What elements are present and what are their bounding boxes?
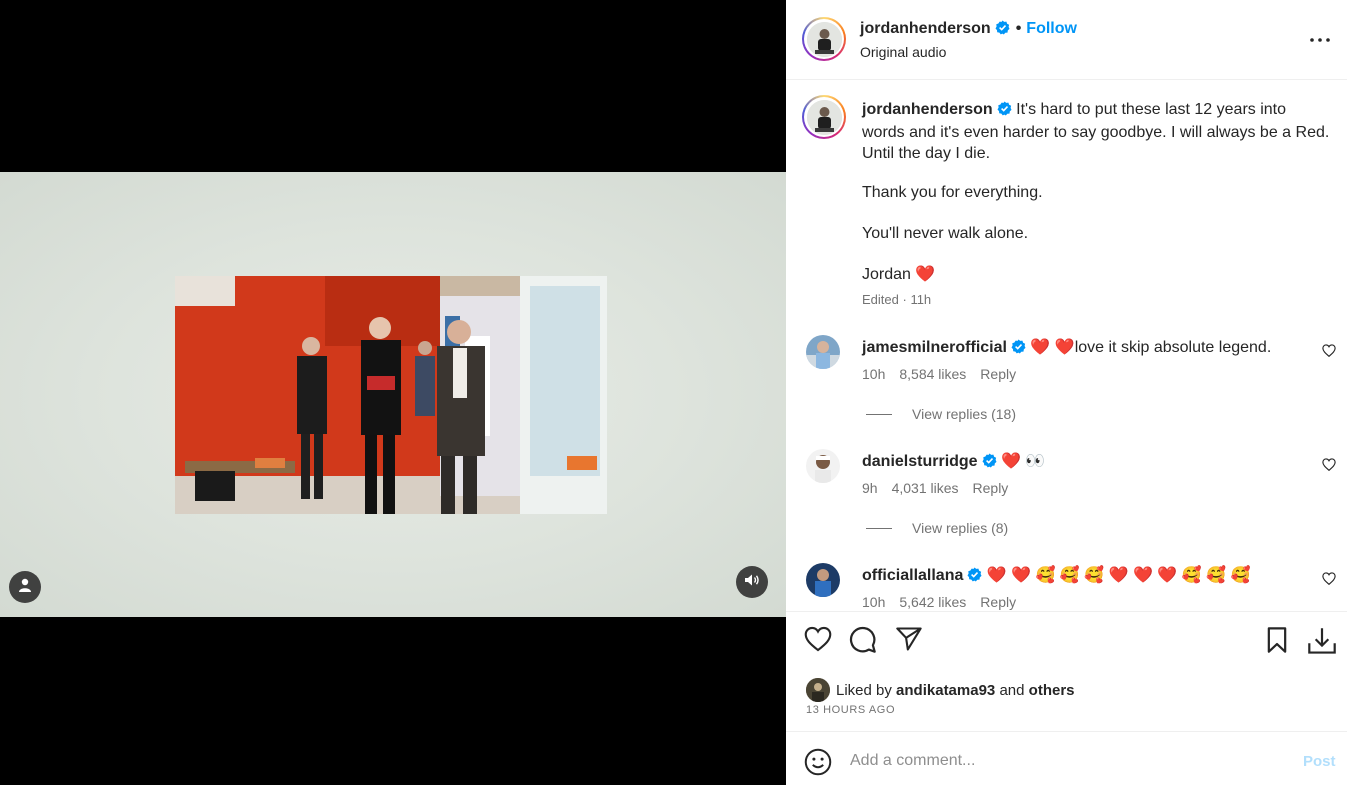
- liker-username[interactable]: andikatama93: [896, 682, 995, 699]
- like-comment-button[interactable]: [1322, 344, 1336, 362]
- caption-text: jordanhenderson It's hard to put these l…: [862, 99, 1332, 305]
- comment-time: 10h: [862, 366, 886, 382]
- caption-username[interactable]: jordanhenderson: [862, 101, 993, 118]
- caption-paragraph: Thank you for everything.: [862, 184, 1043, 201]
- more-options-button[interactable]: [1306, 28, 1334, 48]
- commenter-username[interactable]: officiallallana: [862, 567, 963, 584]
- comment-likes[interactable]: 8,584 likes: [899, 366, 966, 382]
- commenter-avatar[interactable]: [806, 335, 840, 369]
- view-replies-label: View replies (18): [912, 406, 1017, 422]
- video-frame: [175, 276, 607, 514]
- comment-button[interactable]: [849, 626, 877, 659]
- original-audio-link[interactable]: Original audio: [860, 44, 946, 60]
- caption-paragraph: You'll never walk alone.: [862, 225, 1029, 242]
- video-player[interactable]: [0, 172, 786, 617]
- like-comment-button[interactable]: [1322, 572, 1336, 590]
- liked-by-row: Liked by andikatama93 and others: [806, 678, 1075, 702]
- heart-icon: [804, 626, 832, 656]
- liked-by-prefix: Liked by: [836, 681, 892, 699]
- post-header: jordanhenderson • Follow Original audio: [786, 0, 1347, 80]
- comment-icon: [849, 626, 877, 658]
- speaker-icon: [744, 573, 760, 592]
- reply-button[interactable]: Reply: [980, 366, 1016, 382]
- caption-time: 11h: [910, 292, 932, 307]
- reply-button[interactable]: Reply: [980, 594, 1016, 610]
- save-button[interactable]: [1265, 626, 1289, 659]
- verified-badge-icon: [997, 101, 1012, 122]
- commenter-avatar[interactable]: [806, 563, 840, 597]
- comment-meta: 10h 8,584 likes Reply: [862, 366, 1030, 382]
- caption-avatar[interactable]: [802, 95, 846, 139]
- replies-divider: [866, 413, 892, 415]
- follow-button[interactable]: Follow: [1026, 20, 1077, 37]
- author-avatar[interactable]: [802, 17, 846, 61]
- comment-text: ❤️ ❤️ 🥰 🥰 🥰 ❤️ ❤️ ❤️ 🥰 🥰 🥰: [986, 567, 1251, 584]
- comment-likes[interactable]: 4,031 likes: [892, 480, 959, 496]
- comment-text: ❤️ ❤️love it skip absolute legend.: [1030, 339, 1272, 356]
- heart-emoji: ❤️: [915, 266, 936, 283]
- send-icon: [895, 627, 923, 656]
- view-replies-button[interactable]: View replies (18): [866, 406, 1016, 422]
- heart-outline-icon: [1322, 344, 1336, 361]
- comment-meta: 9h 4,031 likes Reply: [862, 480, 1022, 496]
- view-replies-label: View replies (8): [912, 520, 1009, 536]
- comment-meta: 10h 5,642 likes Reply: [862, 594, 1030, 610]
- verified-badge-icon: [982, 453, 997, 473]
- post-actions: Liked by andikatama93 and others 13 HOUR…: [786, 611, 1347, 731]
- liker-avatar[interactable]: [806, 678, 830, 702]
- comment-line: jamesmilnerofficial ❤️ ❤️love it skip ab…: [862, 337, 1271, 359]
- smiley-icon: [804, 748, 832, 780]
- reply-button[interactable]: Reply: [973, 480, 1009, 496]
- others-link[interactable]: others: [1029, 682, 1075, 699]
- comment-time: 10h: [862, 594, 886, 610]
- add-comment-bar: Post: [786, 731, 1347, 785]
- tagged-users-button[interactable]: [9, 571, 41, 603]
- verified-badge-icon: [995, 20, 1010, 40]
- commenter-username[interactable]: jamesmilnerofficial: [862, 339, 1007, 356]
- caption-meta: Edited · 11h: [862, 292, 932, 307]
- liked-by-and: and: [999, 681, 1025, 699]
- separator-dot: •: [1015, 20, 1022, 37]
- post-timestamp[interactable]: 13 HOURS AGO: [806, 704, 895, 716]
- audio-toggle-button[interactable]: [736, 566, 768, 598]
- comment-line: officiallallana ❤️ ❤️ 🥰 🥰 🥰 ❤️ ❤️ ❤️ 🥰 🥰…: [862, 565, 1250, 587]
- commenter-username[interactable]: danielsturridge: [862, 453, 978, 470]
- view-replies-button[interactable]: View replies (8): [866, 520, 1008, 536]
- like-button[interactable]: [804, 626, 832, 657]
- media-viewer: [0, 0, 786, 785]
- bookmark-icon: [1265, 627, 1289, 658]
- download-icon: [1307, 628, 1337, 660]
- more-horizontal-icon: [1310, 29, 1330, 47]
- edited-label: Edited: [862, 292, 899, 307]
- post-details-panel: jordanhenderson • Follow Original audio jo…: [786, 0, 1347, 785]
- verified-badge-icon: [967, 567, 982, 587]
- author-username[interactable]: jordanhenderson: [860, 20, 991, 37]
- comments-list[interactable]: jordanhenderson It's hard to put these l…: [786, 81, 1347, 611]
- comment-time: 9h: [862, 480, 878, 496]
- user-icon: [18, 578, 32, 597]
- locker-room-scene: [175, 276, 607, 514]
- heart-outline-icon: [1322, 572, 1336, 589]
- comment-line: danielsturridge ❤️ 👀: [862, 451, 1045, 473]
- emoji-button[interactable]: [804, 748, 832, 781]
- download-button[interactable]: [1307, 626, 1337, 661]
- comment-likes[interactable]: 5,642 likes: [899, 594, 966, 610]
- verified-badge-icon: [1011, 339, 1026, 359]
- comment-text: ❤️ 👀: [1001, 453, 1046, 470]
- like-comment-button[interactable]: [1322, 458, 1336, 476]
- post-comment-button[interactable]: Post: [1303, 753, 1336, 770]
- share-button[interactable]: [895, 626, 923, 657]
- heart-outline-icon: [1322, 458, 1336, 475]
- replies-divider: [866, 527, 892, 529]
- commenter-avatar[interactable]: [806, 449, 840, 483]
- comment-input[interactable]: [850, 749, 1270, 773]
- post-header-line: jordanhenderson • Follow: [860, 20, 1077, 40]
- caption-signoff: Jordan: [862, 266, 911, 283]
